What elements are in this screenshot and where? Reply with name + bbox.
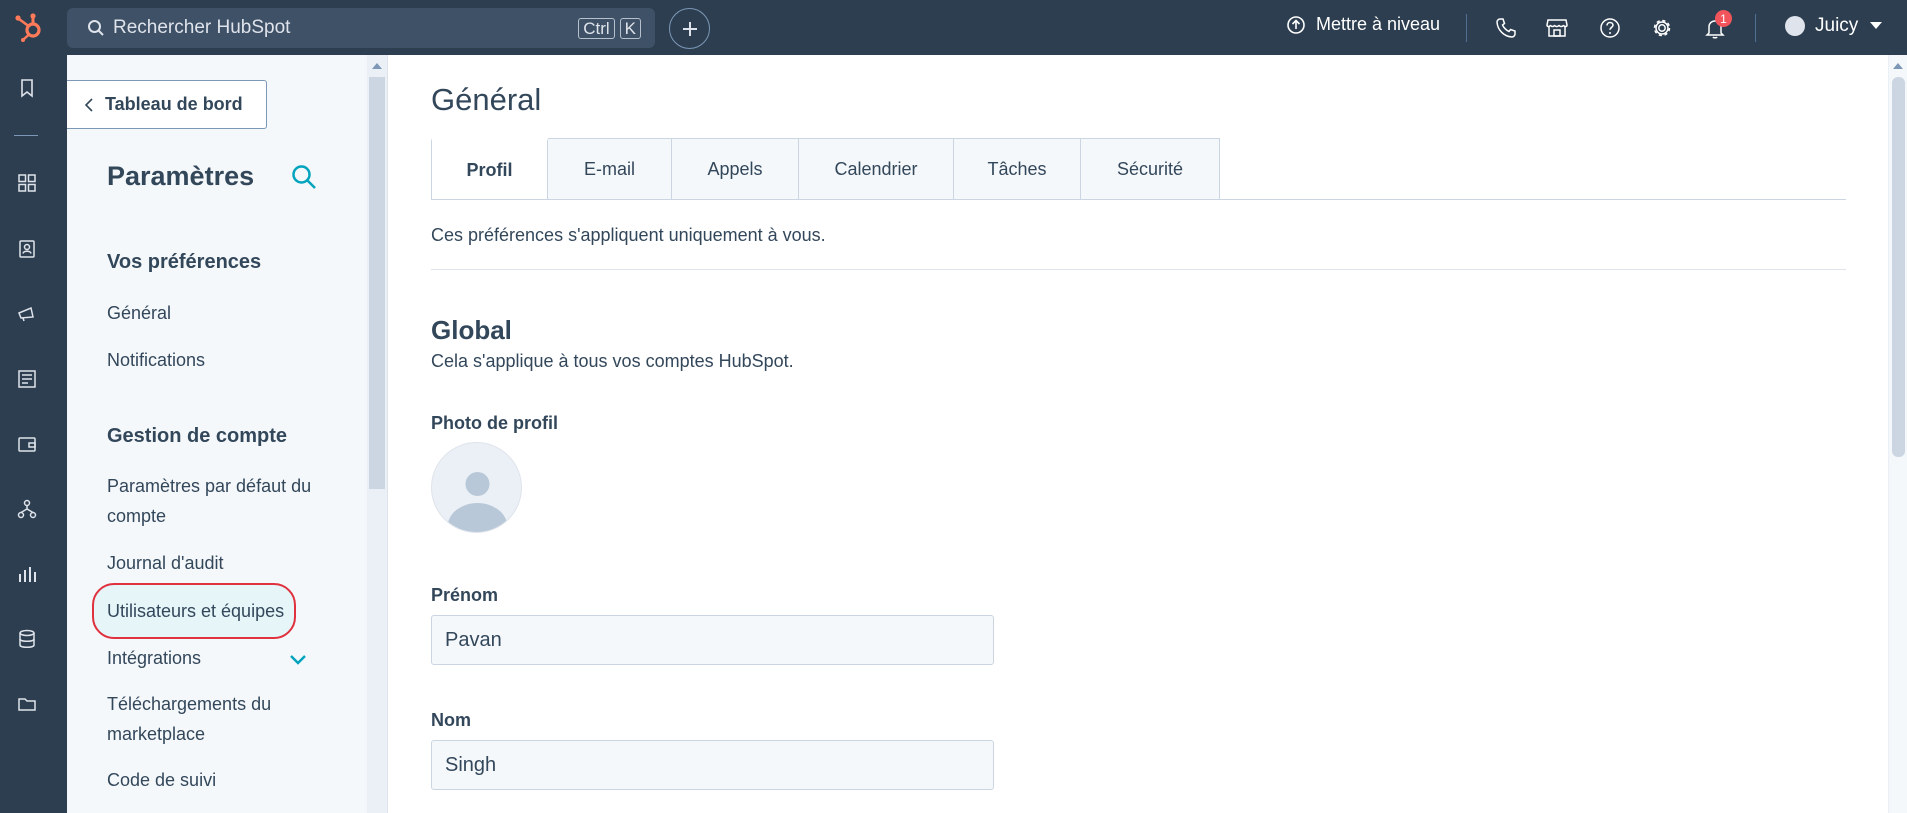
sidebar-item-marketplace-downloads[interactable]: Téléchargements du marketplace [107, 689, 317, 749]
first-name-label: Prénom [431, 585, 499, 605]
sidebar-item-integrations[interactable]: Intégrations [107, 643, 307, 673]
upgrade-label: Mettre à niveau [1316, 14, 1441, 34]
first-name-input[interactable] [431, 615, 994, 665]
tab-calls[interactable]: Appels [672, 138, 799, 200]
create-new-button[interactable] [669, 8, 710, 49]
data-database-icon[interactable] [16, 628, 38, 650]
tab-calendar[interactable]: Calendrier [799, 138, 954, 200]
sidebar-item-users-and-teams[interactable]: Utilisateurs et équipes [107, 596, 307, 626]
section-divider [431, 269, 1846, 270]
marketplace-icon[interactable] [1545, 16, 1569, 40]
chevron-down-icon[interactable] [289, 654, 307, 666]
profile-photo-label: Photo de profil [431, 413, 558, 433]
top-navigation-bar: Rechercher HubSpot Ctrl K Mettre à nivea… [0, 0, 1907, 55]
scroll-up-arrow[interactable] [1893, 63, 1903, 69]
section-description: Cela s'applique à tous vos comptes HubSp… [431, 351, 794, 371]
tab-tasks[interactable]: Tâches [954, 138, 1081, 200]
preferences-note: Ces préférences s'appliquent uniquement … [431, 225, 826, 245]
section-heading-preferences: Vos préférences [107, 251, 262, 273]
tab-email[interactable]: E-mail [548, 138, 672, 200]
tab-security[interactable]: Sécurité [1081, 138, 1220, 200]
sidebar-scrollbar[interactable] [367, 55, 387, 813]
plus-icon [682, 21, 697, 36]
sidebar-item-tracking-code[interactable]: Code de suivi [107, 765, 307, 795]
search-icon [88, 20, 104, 36]
main-navigation-rail [0, 55, 67, 813]
hubspot-logo-icon[interactable] [12, 10, 46, 44]
sidebar-item-audit-log[interactable]: Journal d'audit [107, 548, 307, 578]
scroll-up-arrow[interactable] [372, 63, 382, 69]
last-name-label: Nom [431, 710, 471, 730]
main-scrollbar[interactable] [1888, 55, 1907, 813]
topbar-divider [1755, 14, 1756, 42]
reporting-chart-icon[interactable] [16, 563, 38, 585]
avatar [1785, 16, 1805, 36]
bookmark-icon[interactable] [16, 77, 38, 99]
main-scroll-thumb[interactable] [1892, 77, 1905, 457]
page-title: Général [431, 82, 542, 117]
search-placeholder: Rechercher HubSpot [113, 17, 291, 38]
sidebar-item-general[interactable]: Général [107, 298, 307, 328]
user-name: Juicy [1815, 15, 1859, 36]
tab-profile[interactable]: Profil [431, 138, 548, 200]
settings-title: Paramètres [107, 161, 255, 191]
section-heading-account-management: Gestion de compte [107, 425, 288, 447]
upgrade-arrow-icon [1287, 15, 1305, 34]
chevron-left-icon [85, 97, 93, 112]
shortcut-ctrl-key: Ctrl [578, 17, 615, 39]
back-button-label: Tableau de bord [105, 94, 243, 114]
gear-icon[interactable] [1650, 16, 1674, 40]
last-name-input[interactable] [431, 740, 994, 790]
sidebar-item-account-defaults[interactable]: Paramètres par défaut du compte [107, 471, 317, 531]
caret-down-icon [1870, 22, 1883, 29]
help-icon[interactable] [1598, 16, 1622, 40]
back-to-dashboard-button[interactable]: Tableau de bord [67, 80, 267, 129]
content-icon[interactable] [16, 368, 38, 390]
profile-photo-avatar[interactable] [431, 442, 522, 533]
phone-icon[interactable] [1494, 16, 1518, 40]
marketing-megaphone-icon[interactable] [16, 303, 38, 325]
main-content: Général Profil E-mail Appels Calendrier … [388, 55, 1888, 813]
search-icon[interactable] [290, 163, 318, 191]
settings-tabs: Profil E-mail Appels Calendrier Tâches S… [431, 138, 1220, 200]
commerce-wallet-icon[interactable] [16, 433, 38, 455]
apps-grid-icon[interactable] [16, 172, 38, 194]
topbar-divider [1466, 14, 1467, 42]
shortcut-k-key: K [619, 17, 641, 39]
notification-count-badge: 1 [1715, 10, 1732, 27]
folder-icon[interactable] [16, 693, 38, 715]
automation-icon[interactable] [16, 498, 38, 520]
sidebar-item-notifications[interactable]: Notifications [107, 345, 307, 375]
upgrade-button[interactable]: Mettre à niveau [1286, 14, 1440, 35]
rail-divider [14, 135, 38, 136]
tabs-baseline [431, 199, 1846, 200]
user-account-menu[interactable]: Juicy [1785, 15, 1883, 37]
global-search-input[interactable]: Rechercher HubSpot Ctrl K [67, 8, 655, 48]
settings-sidebar: Tableau de bord Paramètres Vos préférenc… [67, 55, 367, 813]
contacts-icon[interactable] [16, 238, 38, 260]
sidebar-scroll-thumb[interactable] [369, 77, 385, 489]
section-title-global: Global [431, 315, 512, 345]
user-silhouette-icon [447, 472, 508, 532]
